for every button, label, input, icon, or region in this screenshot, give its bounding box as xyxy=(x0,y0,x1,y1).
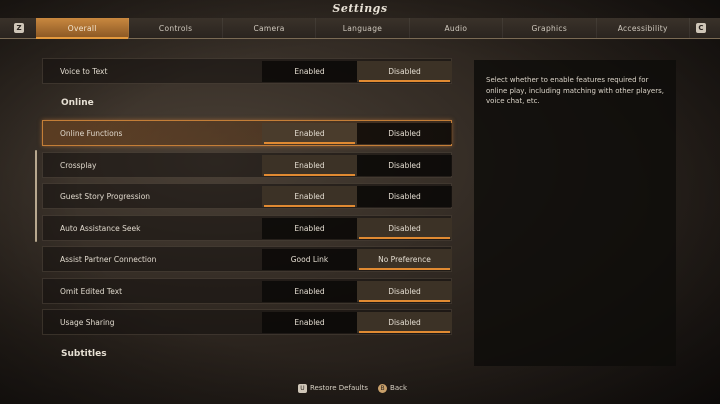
setting-row-crossplay[interactable]: Crossplay Enabled Disabled xyxy=(42,152,452,178)
option-good-link[interactable]: Good Link xyxy=(262,249,357,270)
description-panel: Select whether to enable features requir… xyxy=(474,60,676,366)
tab-language[interactable]: Language xyxy=(316,18,410,38)
tab-accessibility[interactable]: Accessibility xyxy=(597,18,690,38)
section-header-subtitles: Subtitles xyxy=(61,349,107,359)
tab-right-bumper-icon[interactable]: C xyxy=(696,23,706,33)
setting-options: Good Link No Preference xyxy=(262,249,452,270)
option-disabled[interactable]: Disabled xyxy=(357,123,452,144)
option-enabled[interactable]: Enabled xyxy=(262,155,357,176)
setting-label: Guest Story Progression xyxy=(60,192,151,201)
setting-row-guest-story-progression[interactable]: Guest Story Progression Enabled Disabled xyxy=(42,183,452,209)
page-title: Settings xyxy=(332,2,388,15)
setting-options: Enabled Disabled xyxy=(262,123,452,144)
option-no-preference[interactable]: No Preference xyxy=(357,249,452,270)
setting-options: Enabled Disabled xyxy=(262,61,452,82)
tab-left-bumper-icon[interactable]: Z xyxy=(14,23,24,33)
tab-controls[interactable]: Controls xyxy=(129,18,223,38)
setting-row-omit-edited-text[interactable]: Omit Edited Text Enabled Disabled xyxy=(42,278,452,304)
setting-row-online-functions[interactable]: Online Functions Enabled Disabled xyxy=(42,120,452,146)
tab-overall[interactable]: Overall xyxy=(36,18,130,39)
b-button-icon: B xyxy=(378,384,388,393)
setting-row-voice-to-text[interactable]: Voice to Text Enabled Disabled xyxy=(42,58,452,84)
settings-list: Voice to Text Enabled Disabled Online On… xyxy=(38,52,456,372)
option-disabled[interactable]: Disabled xyxy=(357,312,452,333)
option-disabled[interactable]: Disabled xyxy=(357,281,452,302)
setting-options: Enabled Disabled xyxy=(262,281,452,302)
setting-options: Enabled Disabled xyxy=(262,312,452,333)
option-enabled[interactable]: Enabled xyxy=(262,61,357,82)
tab-bar: Z Overall Controls Camera Language Audio… xyxy=(0,18,720,39)
u-button-icon: U xyxy=(298,384,307,393)
back-label: Back xyxy=(390,384,408,392)
description-text: Select whether to enable features requir… xyxy=(486,76,664,105)
tab-list: Overall Controls Camera Language Audio G… xyxy=(36,18,690,39)
tab-camera[interactable]: Camera xyxy=(223,18,317,38)
option-disabled[interactable]: Disabled xyxy=(357,186,452,207)
restore-defaults-button[interactable]: U Restore Defaults xyxy=(298,384,368,393)
setting-options: Enabled Disabled xyxy=(262,186,452,207)
section-header-online: Online xyxy=(61,98,94,108)
setting-label: Online Functions xyxy=(60,129,123,138)
setting-label: Usage Sharing xyxy=(60,318,115,327)
tab-graphics[interactable]: Graphics xyxy=(503,18,597,38)
option-enabled[interactable]: Enabled xyxy=(262,281,357,302)
option-disabled[interactable]: Disabled xyxy=(357,155,452,176)
footer-prompts: U Restore Defaults B Back xyxy=(298,384,407,393)
option-disabled[interactable]: Disabled xyxy=(357,218,452,239)
back-button[interactable]: B Back xyxy=(378,384,407,393)
restore-defaults-label: Restore Defaults xyxy=(310,384,369,392)
setting-row-usage-sharing[interactable]: Usage Sharing Enabled Disabled xyxy=(42,309,452,335)
tab-audio[interactable]: Audio xyxy=(410,18,504,38)
setting-label: Crossplay xyxy=(60,161,97,170)
option-disabled[interactable]: Disabled xyxy=(357,61,452,82)
setting-row-assist-partner-connection[interactable]: Assist Partner Connection Good Link No P… xyxy=(42,246,452,272)
scrollbar[interactable] xyxy=(35,150,37,242)
setting-row-auto-assistance-seek[interactable]: Auto Assistance Seek Enabled Disabled xyxy=(42,215,452,241)
option-enabled[interactable]: Enabled xyxy=(262,218,357,239)
setting-label: Omit Edited Text xyxy=(60,287,123,296)
option-enabled[interactable]: Enabled xyxy=(262,123,357,144)
option-enabled[interactable]: Enabled xyxy=(262,186,357,207)
option-enabled[interactable]: Enabled xyxy=(262,312,357,333)
setting-label: Assist Partner Connection xyxy=(60,255,157,264)
setting-label: Voice to Text xyxy=(60,67,108,76)
setting-options: Enabled Disabled xyxy=(262,155,452,176)
setting-options: Enabled Disabled xyxy=(262,218,452,239)
setting-label: Auto Assistance Seek xyxy=(60,224,141,233)
